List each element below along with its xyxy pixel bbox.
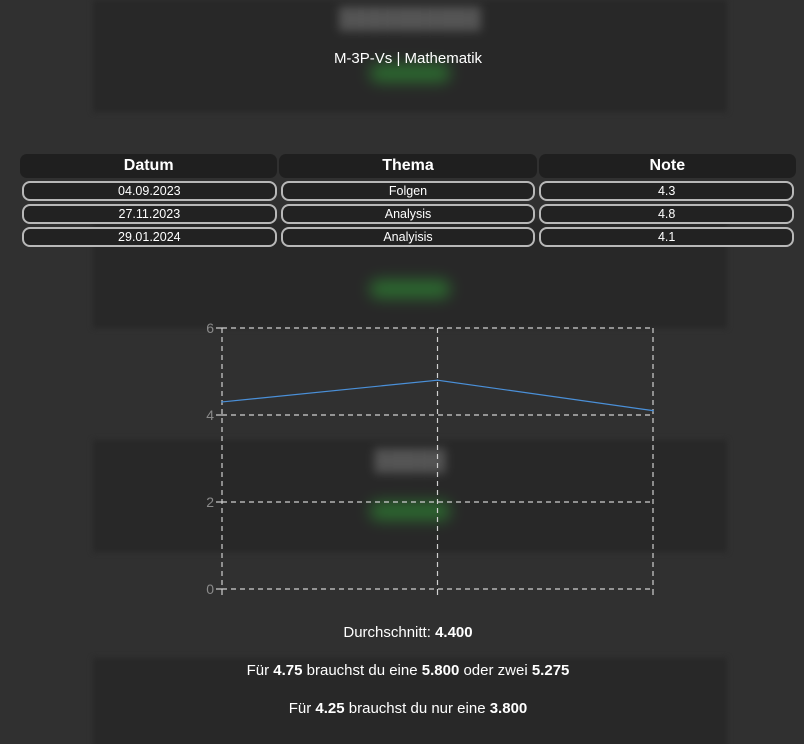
grade-chart-svg: 0 2 4 6 xyxy=(206,320,654,597)
page-title: M-3P-Vs | Mathematik xyxy=(333,50,483,67)
y-tick-label: 2 xyxy=(206,494,214,510)
target-line-low: Für 4.25 brauchst du nur eine 3.800 xyxy=(0,700,804,717)
cell-thema: Analysis xyxy=(280,204,536,224)
target-text: brauchst du nur eine xyxy=(348,700,486,717)
data-point xyxy=(221,401,223,403)
cell-thema: Analyisis xyxy=(280,227,536,247)
average-label: Durchschnitt: xyxy=(343,624,431,641)
table-row: 04.09.2023 Folgen 4.3 xyxy=(20,181,796,201)
grades-table: Datum Thema Note 04.09.2023 Folgen 4.3 2… xyxy=(20,154,796,247)
cell-datum: 04.09.2023 xyxy=(22,181,277,201)
target-prefix: Für xyxy=(288,700,312,717)
cell-note: 4.1 xyxy=(539,227,795,247)
table-row: 27.11.2023 Analysis 4.8 xyxy=(20,204,796,224)
target-value: 4.25 xyxy=(315,700,345,717)
cell-datum: 27.11.2023 xyxy=(22,204,277,224)
data-point xyxy=(652,409,654,412)
column-header-thema: Thema xyxy=(279,154,537,178)
cell-datum: 29.01.2024 xyxy=(22,227,277,247)
target-or-text: oder zwei xyxy=(463,662,528,679)
data-point xyxy=(436,379,439,381)
table-row: 29.01.2024 Analyisis 4.1 xyxy=(20,227,796,247)
target-text: brauchst du eine xyxy=(306,662,418,679)
y-tick-label: 6 xyxy=(206,320,214,336)
target-value: 4.75 xyxy=(273,662,303,679)
cell-thema: Folgen xyxy=(280,181,536,201)
cell-note: 4.8 xyxy=(539,204,795,224)
needed-one-grade: 3.800 xyxy=(489,700,528,717)
average-value: 4.400 xyxy=(435,624,473,641)
column-header-datum: Datum xyxy=(20,154,278,178)
page: ██████████ █████ M-3P-Vs | Mathematik Da… xyxy=(0,0,804,744)
average-line: Durchschnitt: 4.400 xyxy=(0,624,804,641)
target-prefix: Für xyxy=(246,662,270,679)
table-header: Datum Thema Note xyxy=(20,154,796,178)
y-tick-label: 0 xyxy=(206,581,214,597)
cell-note: 4.3 xyxy=(539,181,795,201)
y-tick-label: 4 xyxy=(206,407,214,423)
needed-one-grade: 5.800 xyxy=(421,662,460,679)
target-line-high: Für 4.75 brauchst du eine 5.800 oder zwe… xyxy=(0,662,804,679)
grade-chart: 0 2 4 6 xyxy=(195,320,665,602)
column-header-note: Note xyxy=(538,154,796,178)
needed-two-grades: 5.275 xyxy=(531,662,570,679)
